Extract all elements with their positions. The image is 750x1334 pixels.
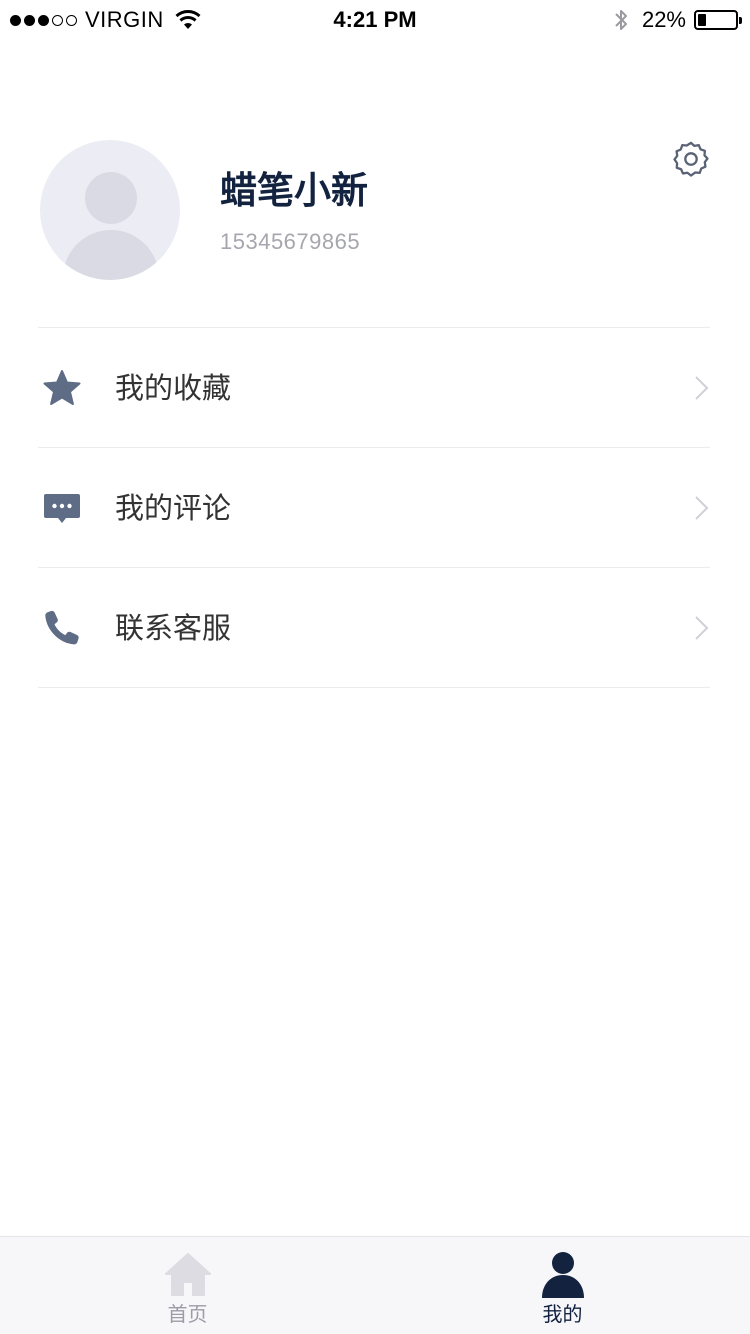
comment-icon [44, 493, 80, 523]
status-right: 22% [612, 6, 742, 34]
battery-level [698, 14, 706, 26]
chevron-right-icon [695, 375, 709, 400]
home-icon [164, 1253, 211, 1296]
phone-icon [45, 610, 79, 644]
avatar-placeholder-head [85, 172, 137, 224]
battery-icon [694, 10, 742, 30]
menu-item-comments[interactable]: 我的评论 [38, 448, 710, 568]
menu-list: 我的收藏 我的评论 联系客服 [38, 327, 710, 688]
tab-bar: 首页 我的 [0, 1236, 750, 1334]
avatar[interactable] [40, 140, 180, 280]
menu-item-label: 联系客服 [115, 610, 232, 645]
menu-item-label: 我的收藏 [115, 370, 232, 405]
star-icon [43, 369, 81, 405]
bluetooth-icon [615, 10, 627, 30]
gear-icon[interactable] [672, 140, 710, 178]
status-left: VIRGIN [10, 6, 202, 34]
carrier-name: VIRGIN [85, 7, 164, 32]
chevron-right-icon [695, 495, 709, 520]
user-phone: 15345679865 [220, 229, 361, 254]
user-name: 蜡笔小新 [220, 169, 368, 212]
avatar-placeholder-body [63, 230, 159, 280]
wifi-icon [175, 10, 201, 29]
user-icon [541, 1252, 584, 1298]
profile-header: 蜡笔小新 15345679865 [0, 140, 750, 285]
signal-strength-icon [10, 14, 77, 26]
tab-home[interactable]: 首页 [0, 1237, 375, 1334]
tab-mine[interactable]: 我的 [375, 1237, 750, 1334]
status-bar: VIRGIN 4:21 PM 22% [0, 0, 750, 40]
chevron-right-icon [695, 615, 709, 640]
menu-item-customer-service[interactable]: 联系客服 [38, 568, 710, 688]
tab-mine-label: 我的 [542, 1302, 583, 1326]
menu-item-favorites[interactable]: 我的收藏 [38, 328, 710, 448]
battery-percent: 22% [641, 7, 686, 32]
tab-home-label: 首页 [167, 1302, 208, 1326]
menu-item-label: 我的评论 [115, 490, 232, 525]
